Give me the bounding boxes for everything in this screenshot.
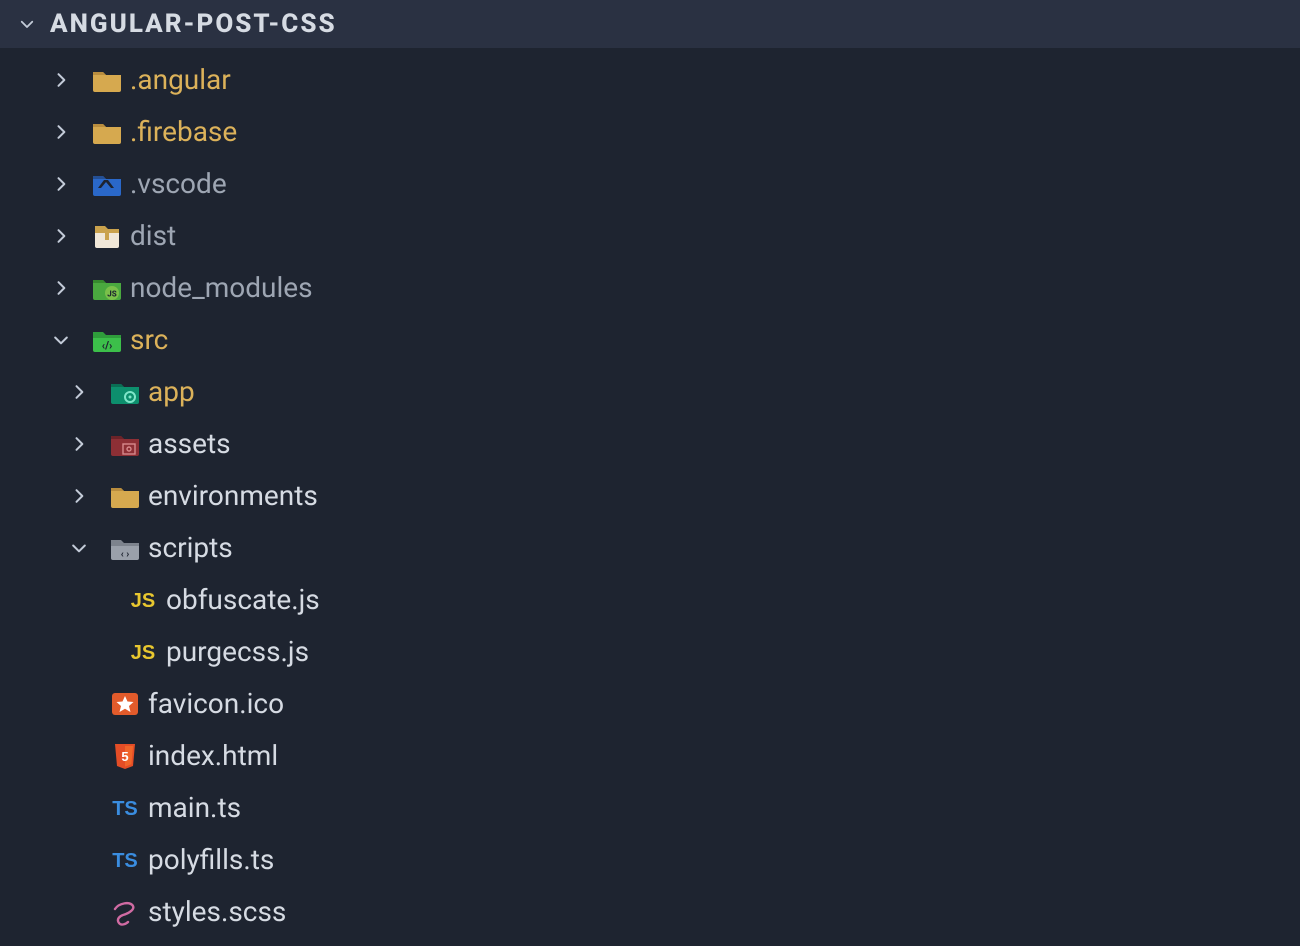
- tree-item-label: purgecss.js: [164, 638, 309, 666]
- chevron-right-icon: [36, 122, 86, 142]
- folder-icon: [86, 64, 128, 96]
- tree-item[interactable]: dist: [0, 210, 1300, 262]
- ts-icon: [104, 792, 146, 824]
- tree-item-label: obfuscate.js: [164, 586, 320, 614]
- folder-assets-icon: [104, 428, 146, 460]
- tree-item-label: scripts: [146, 534, 233, 562]
- chevron-down-icon: [36, 330, 86, 350]
- chevron-right-icon: [54, 434, 104, 454]
- js-icon: [122, 584, 164, 616]
- tree-item[interactable]: .firebase: [0, 106, 1300, 158]
- tree-item[interactable]: assets: [0, 418, 1300, 470]
- tree-item[interactable]: polyfills.ts: [0, 834, 1300, 886]
- tree-item-label: .vscode: [128, 170, 227, 198]
- folder-src-icon: [86, 324, 128, 356]
- chevron-right-icon: [54, 486, 104, 506]
- folder-app-icon: [104, 376, 146, 408]
- chevron-right-icon: [36, 174, 86, 194]
- tree-item[interactable]: src: [0, 314, 1300, 366]
- tree-item[interactable]: .angular: [0, 54, 1300, 106]
- folder-scripts-icon: [104, 532, 146, 564]
- js-icon: [122, 636, 164, 668]
- tree-item[interactable]: index.html: [0, 730, 1300, 782]
- tree-item-label: main.ts: [146, 794, 241, 822]
- chevron-down-icon: [54, 538, 104, 558]
- tree-item-label: styles.scss: [146, 898, 286, 926]
- tree-item-label: assets: [146, 430, 231, 458]
- favicon-icon: [104, 688, 146, 720]
- html-icon: [104, 740, 146, 772]
- tree-item-label: app: [146, 378, 195, 406]
- tree-item[interactable]: app: [0, 366, 1300, 418]
- tree-item-label: .angular: [128, 66, 231, 94]
- tree-item-label: src: [128, 326, 168, 354]
- chevron-right-icon: [36, 70, 86, 90]
- folder-icon: [104, 480, 146, 512]
- folder-icon: [86, 116, 128, 148]
- tree-item[interactable]: environments: [0, 470, 1300, 522]
- ts-icon: [104, 844, 146, 876]
- tree-item-label: .firebase: [128, 118, 237, 146]
- tree-item-label: index.html: [146, 742, 278, 770]
- tree-item-label: dist: [128, 222, 176, 250]
- file-tree: .angular .firebase .vscode dist node_modules…: [0, 48, 1300, 938]
- tree-item[interactable]: styles.scss: [0, 886, 1300, 938]
- tree-item[interactable]: scripts: [0, 522, 1300, 574]
- chevron-right-icon: [54, 382, 104, 402]
- tree-item-label: favicon.ico: [146, 690, 284, 718]
- folder-node-icon: [86, 272, 128, 304]
- tree-item[interactable]: node_modules: [0, 262, 1300, 314]
- explorer-header[interactable]: ANGULAR-POST-CSS: [0, 0, 1300, 48]
- tree-item-label: polyfills.ts: [146, 846, 274, 874]
- tree-item-label: node_modules: [128, 274, 313, 302]
- folder-vscode-icon: [86, 168, 128, 200]
- tree-item[interactable]: main.ts: [0, 782, 1300, 834]
- chevron-right-icon: [36, 226, 86, 246]
- chevron-right-icon: [36, 278, 86, 298]
- tree-item[interactable]: purgecss.js: [0, 626, 1300, 678]
- project-title: ANGULAR-POST-CSS: [50, 9, 337, 39]
- tree-item[interactable]: favicon.ico: [0, 678, 1300, 730]
- tree-item[interactable]: .vscode: [0, 158, 1300, 210]
- folder-dist-icon: [86, 220, 128, 252]
- tree-item-label: environments: [146, 482, 318, 510]
- chevron-down-icon: [18, 15, 36, 33]
- tree-item[interactable]: obfuscate.js: [0, 574, 1300, 626]
- scss-icon: [104, 896, 146, 928]
